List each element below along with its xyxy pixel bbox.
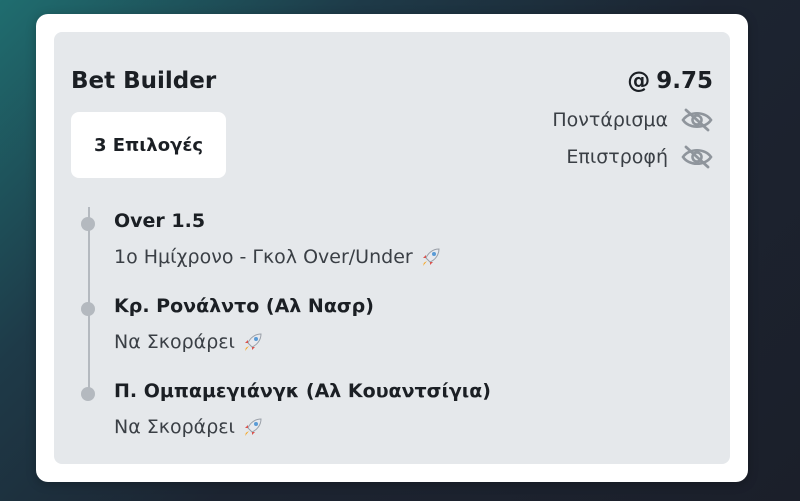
rocket-icon (419, 245, 443, 269)
timeline-dot (81, 302, 95, 316)
timeline-dot (81, 217, 95, 231)
selection-market-label: Να Σκοράρει (114, 416, 235, 438)
selection-name: Κρ. Ρονάλντο (Αλ Νασρ) (114, 295, 374, 317)
selection-market-label: Να Σκοράρει (114, 331, 235, 353)
bet-builder-card: Bet Builder 3 Επιλογές @ 9.75 Ποντάρισμα… (36, 14, 748, 482)
stake-label: Ποντάρισμα (552, 109, 668, 131)
odds-value: 9.75 (656, 68, 713, 94)
selection-market: Να Σκοράρει (114, 415, 265, 439)
return-label: Επιστροφή (566, 146, 668, 168)
eye-slash-icon[interactable] (680, 144, 714, 170)
selection-name: Π. Ομπαμεγιάνγκ (Αλ Κουαντσίγια) (114, 380, 491, 402)
selections-count-label: 3 Επιλογές (93, 134, 204, 156)
bet-builder-panel: Bet Builder 3 Επιλογές @ 9.75 Ποντάρισμα… (54, 32, 730, 464)
selection-market-label: 1ο Ημίχρονο - Γκολ Over/Under (114, 246, 413, 268)
rocket-icon (241, 415, 265, 439)
bet-title: Bet Builder (71, 68, 217, 94)
selection-market: Να Σκοράρει (114, 330, 265, 354)
selections-count-button[interactable]: 3 Επιλογές (71, 112, 226, 178)
selection-market: 1ο Ημίχρονο - Γκολ Over/Under (114, 245, 443, 269)
stake-row: Ποντάρισμα (552, 107, 714, 133)
odds-prefix: @ (627, 68, 651, 94)
total-odds: @ 9.75 (627, 68, 713, 94)
return-row: Επιστροφή (566, 144, 714, 170)
selection-name: Over 1.5 (114, 210, 206, 232)
eye-slash-icon[interactable] (680, 107, 714, 133)
timeline-dot (81, 387, 95, 401)
rocket-icon (241, 330, 265, 354)
